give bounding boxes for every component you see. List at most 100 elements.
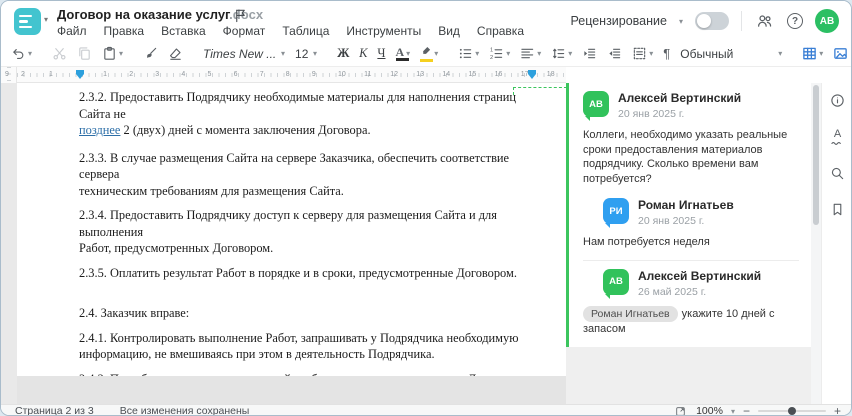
app-menu-caret-icon[interactable]: ▾ xyxy=(44,15,48,24)
menu-file[interactable]: Файл xyxy=(57,24,87,38)
help-icon[interactable]: ? xyxy=(787,13,803,29)
zoom-value[interactable]: 100% xyxy=(696,405,723,415)
review-caret-icon[interactable]: ▾ xyxy=(679,17,683,26)
zoom-slider-handle[interactable] xyxy=(787,406,796,415)
line-spacing-button[interactable]: ▾ xyxy=(549,44,574,63)
insert-table-button[interactable]: ▾ xyxy=(800,44,825,63)
zoom-slider[interactable] xyxy=(757,406,826,415)
review-toggle[interactable] xyxy=(695,12,729,30)
font-family-select[interactable]: Times New ... ▾ xyxy=(201,45,287,63)
mention-chip[interactable]: Роман Игнатьев xyxy=(583,305,678,322)
paragraph-style-caret-icon[interactable]: ▾ xyxy=(778,49,782,58)
menu-insert[interactable]: Вставка xyxy=(161,24,206,38)
menu-view[interactable]: Вид xyxy=(438,24,460,38)
copy-button[interactable] xyxy=(75,44,94,63)
menu-table[interactable]: Таблица xyxy=(282,24,329,38)
vertical-scrollbar[interactable] xyxy=(811,83,821,404)
fit-page-icon[interactable] xyxy=(673,404,688,415)
spellcheck-icon[interactable]: А xyxy=(831,129,844,145)
comment-anchor-line xyxy=(513,87,567,88)
toggle-knob xyxy=(697,14,711,28)
header-right: Рецензирование ▾ ? АВ xyxy=(570,1,839,41)
show-formatting-marks-button[interactable]: ¶ xyxy=(661,44,672,63)
svg-text:1: 1 xyxy=(490,48,493,54)
review-mode-dropdown[interactable]: Рецензирование xyxy=(570,14,667,28)
app-logo-icon[interactable] xyxy=(14,8,41,35)
page-indicator[interactable]: Страница 2 из 3 xyxy=(15,405,94,415)
user-avatar[interactable]: АВ xyxy=(815,9,839,33)
comment-anchor-tick xyxy=(513,87,514,95)
zoom-caret-icon[interactable]: ▾ xyxy=(731,407,735,416)
font-color-icon: А xyxy=(395,46,409,61)
numbered-list-caret-icon[interactable]: ▾ xyxy=(506,49,510,58)
scrollbar-thumb[interactable] xyxy=(813,85,819,225)
menu-edit[interactable]: Правка xyxy=(104,24,145,38)
bookmark-icon[interactable] xyxy=(830,202,845,217)
app-window: ▾ Договор на оказание услуг.docx Файл Пр… xyxy=(0,0,852,416)
italic-button[interactable]: К xyxy=(357,44,369,63)
highlight-icon xyxy=(420,46,434,62)
font-color-button[interactable]: А ▾ xyxy=(394,45,413,63)
comment-avatar: АВ xyxy=(583,91,609,121)
insert-table-caret-icon[interactable]: ▾ xyxy=(819,49,823,58)
clear-formatting-button[interactable] xyxy=(166,44,185,63)
right-icon-rail: А xyxy=(821,83,851,404)
align-button[interactable]: ▾ xyxy=(518,44,543,63)
bullet-list-caret-icon[interactable]: ▾ xyxy=(475,49,479,58)
paragraph[interactable]: 2.3.3. В случае размещения Сайта на серв… xyxy=(79,150,534,200)
document-page[interactable]: 2.3.2. Предоставить Подрядчику необходим… xyxy=(17,83,566,415)
highlight-color-button[interactable]: ▾ xyxy=(418,44,440,64)
insert-image-button[interactable] xyxy=(831,44,850,63)
paste-button[interactable]: ▾ xyxy=(100,44,125,63)
paste-caret-icon[interactable]: ▾ xyxy=(119,49,123,58)
paragraph-style-select[interactable]: Обычный ▾ xyxy=(678,45,784,63)
paragraph[interactable]: 2.3.5. Оплатить результат Работ в порядк… xyxy=(79,265,534,282)
comment-reply[interactable]: РИ Роман Игнатьев 20 янв 2025 г. Нам пот… xyxy=(583,198,799,250)
cut-button[interactable] xyxy=(50,44,69,63)
underline-button[interactable]: Ч xyxy=(375,44,387,63)
undo-caret-icon[interactable]: ▾ xyxy=(28,49,32,58)
paragraph[interactable]: 2.4.1. Контролировать выполнение Работ, … xyxy=(79,330,534,363)
header: ▾ Договор на оказание услуг.docx Файл Пр… xyxy=(1,1,851,41)
collaboration-users-icon[interactable] xyxy=(754,11,775,32)
menu-format[interactable]: Формат xyxy=(223,24,266,38)
search-icon[interactable] xyxy=(830,166,845,181)
font-size-select[interactable]: 12 ▾ xyxy=(293,45,319,63)
comment-avatar: АВ xyxy=(603,268,629,299)
undo-button[interactable]: ▾ xyxy=(9,44,34,63)
ruler-ticks xyxy=(17,73,566,77)
menu-help[interactable]: Справка xyxy=(477,24,524,38)
menu-tools[interactable]: Инструменты xyxy=(346,24,421,38)
paragraph-settings-button[interactable]: ▾ xyxy=(630,44,655,63)
paragraph[interactable]: 2.3.4. Предоставить Подрядчику доступ к … xyxy=(79,207,534,257)
zoom-out-button[interactable]: − xyxy=(743,405,750,415)
paragraph[interactable]: 2.4. Заказчик вправе: xyxy=(79,305,534,322)
tracked-insertion[interactable]: позднее xyxy=(79,123,120,137)
format-painter-button[interactable] xyxy=(141,44,160,63)
comment-thread[interactable]: АВ Алексей Вертинский 20 янв 2025 г. Кол… xyxy=(566,83,811,347)
font-family-caret-icon[interactable]: ▾ xyxy=(281,49,285,58)
line-spacing-caret-icon[interactable]: ▾ xyxy=(568,49,572,58)
align-caret-icon[interactable]: ▾ xyxy=(537,49,541,58)
numbered-list-button[interactable]: 12 ▾ xyxy=(487,44,512,63)
bold-button[interactable]: Ж xyxy=(335,44,351,63)
comment-date: 20 янв 2025 г. xyxy=(618,108,685,120)
document-info-icon[interactable] xyxy=(830,93,845,108)
comment-author: Алексей Вертинский xyxy=(618,91,742,105)
comment-date: 26 май 2025 г. xyxy=(638,285,707,298)
comments-panel: АВ Алексей Вертинский 20 янв 2025 г. Кол… xyxy=(566,83,811,404)
font-size-caret-icon[interactable]: ▾ xyxy=(313,49,317,58)
comment-avatar: РИ xyxy=(603,198,629,228)
zoom-in-button[interactable]: + xyxy=(834,405,841,415)
comment-reply[interactable]: АВ Алексей Вертинский 26 май 2025 г. Ром… xyxy=(583,268,799,337)
font-color-caret-icon[interactable]: ▾ xyxy=(406,49,410,58)
horizontal-ruler[interactable]: 2 1 1 2 3 4 5 6 7 8 9 10 11 12 13 14 15 16 17 18 xyxy=(17,67,566,83)
indent-decrease-button[interactable] xyxy=(605,44,624,63)
paragraph-settings-caret-icon[interactable]: ▾ xyxy=(649,49,653,58)
indent-increase-button[interactable] xyxy=(580,44,599,63)
paragraph-style-value: Обычный xyxy=(680,46,734,61)
comment[interactable]: АВ Алексей Вертинский 20 янв 2025 г. Кол… xyxy=(583,91,799,186)
paragraph[interactable]: 2.3.2. Предоставить Подрядчику необходим… xyxy=(79,89,534,139)
highlight-caret-icon[interactable]: ▾ xyxy=(434,49,438,58)
bullet-list-button[interactable]: ▾ xyxy=(456,44,481,63)
